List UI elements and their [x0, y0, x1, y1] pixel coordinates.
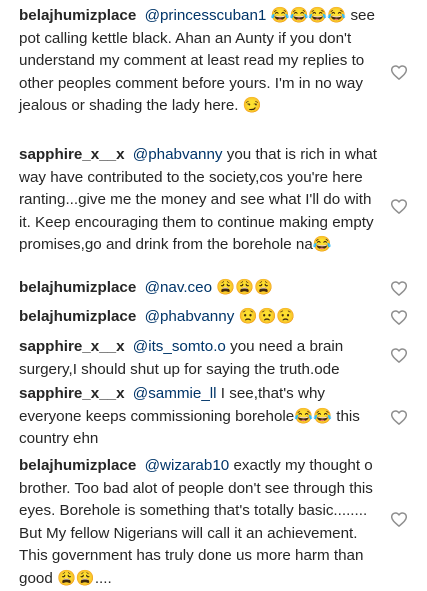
- comment-item: sapphire_x__x @its_somto.o you need a br…: [19, 336, 419, 381]
- comment-mention[interactable]: @sammie_ll: [133, 385, 217, 402]
- comment-text: 😩😩😩: [216, 279, 274, 296]
- comment-mention[interactable]: @phabvanny: [133, 146, 223, 163]
- heart-outline-icon[interactable]: [391, 199, 407, 214]
- comment-username[interactable]: belajhumizplace: [19, 457, 136, 474]
- comment-item: belajhumizplace @princesscuban1 😂😂😂😂 see…: [19, 5, 419, 118]
- heart-outline-icon[interactable]: [391, 65, 407, 80]
- comment-item: sapphire_x__x @sammie_ll I see,that's wh…: [19, 383, 419, 451]
- comment-mention[interactable]: @wizarab10: [145, 457, 230, 474]
- heart-outline-icon[interactable]: [391, 281, 407, 296]
- comment-text: exactly my thought o brother. Too bad al…: [19, 457, 373, 587]
- comment-text: 😟😟😟: [238, 308, 296, 325]
- comment-username[interactable]: sapphire_x__x: [19, 338, 125, 355]
- heart-outline-icon[interactable]: [391, 410, 407, 425]
- heart-outline-icon[interactable]: [391, 512, 407, 527]
- comment-mention[interactable]: @princesscuban1: [145, 7, 267, 24]
- heart-outline-icon[interactable]: [391, 348, 407, 363]
- comment-item: belajhumizplace @phabvanny 😟😟😟: [19, 306, 419, 329]
- comment-username[interactable]: sapphire_x__x: [19, 146, 125, 163]
- comment-mention[interactable]: @its_somto.o: [133, 338, 226, 355]
- comment-username[interactable]: sapphire_x__x: [19, 385, 125, 402]
- comment-mention[interactable]: @phabvanny: [145, 308, 235, 325]
- heart-outline-icon[interactable]: [391, 310, 407, 325]
- comment-username[interactable]: belajhumizplace: [19, 308, 136, 325]
- comment-item: belajhumizplace @nav.ceo 😩😩😩: [19, 277, 419, 300]
- comment-item: belajhumizplace @wizarab10 exactly my th…: [19, 455, 419, 591]
- comment-username[interactable]: belajhumizplace: [19, 7, 136, 24]
- comment-item: sapphire_x__x @phabvanny you that is ric…: [19, 144, 419, 257]
- comments-list: belajhumizplace @princesscuban1 😂😂😂😂 see…: [0, 0, 427, 591]
- comment-mention[interactable]: @nav.ceo: [145, 279, 212, 296]
- comment-username[interactable]: belajhumizplace: [19, 279, 136, 296]
